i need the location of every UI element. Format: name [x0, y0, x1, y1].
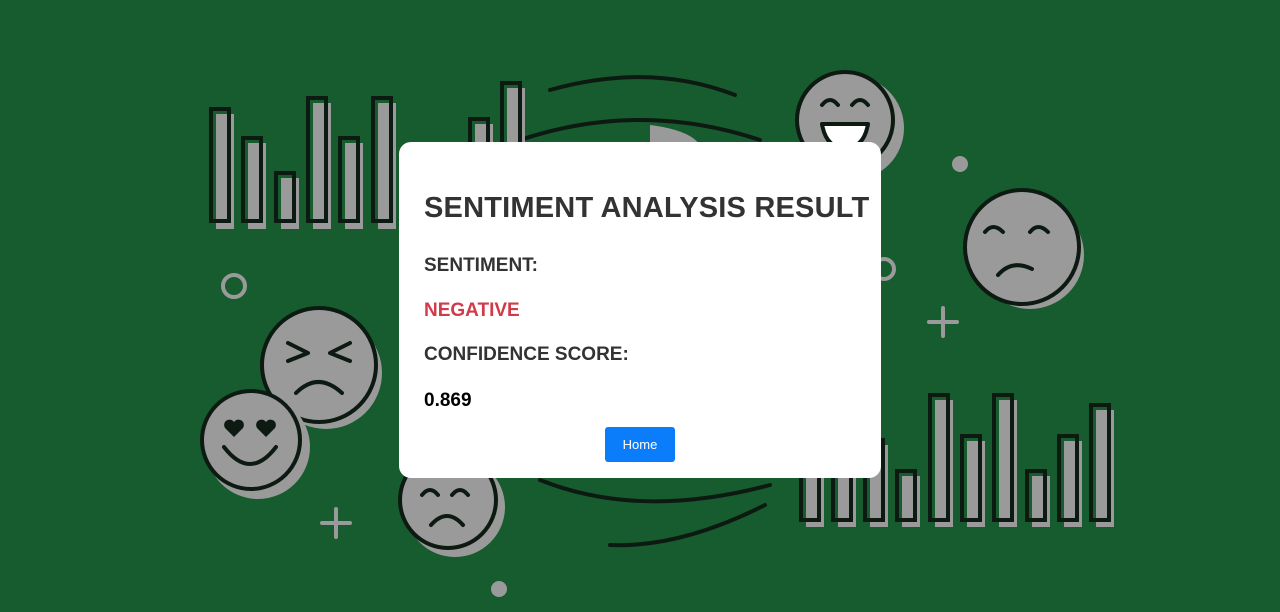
sentiment-label: SENTIMENT: — [424, 255, 538, 276]
sad-face-icon — [963, 188, 1084, 309]
confidence-label: CONFIDENCE SCORE: — [424, 344, 629, 365]
sentiment-value: NEGATIVE — [424, 300, 520, 321]
result-card: SENTIMENT ANALYSIS RESULT SENTIMENT: NEG… — [399, 142, 881, 478]
confidence-value: 0.869 — [424, 390, 472, 411]
home-button[interactable]: Home — [605, 427, 675, 462]
page-title: SENTIMENT ANALYSIS RESULT — [424, 192, 870, 224]
page-background: SENTIMENT ANALYSIS RESULT SENTIMENT: NEG… — [0, 0, 1280, 612]
